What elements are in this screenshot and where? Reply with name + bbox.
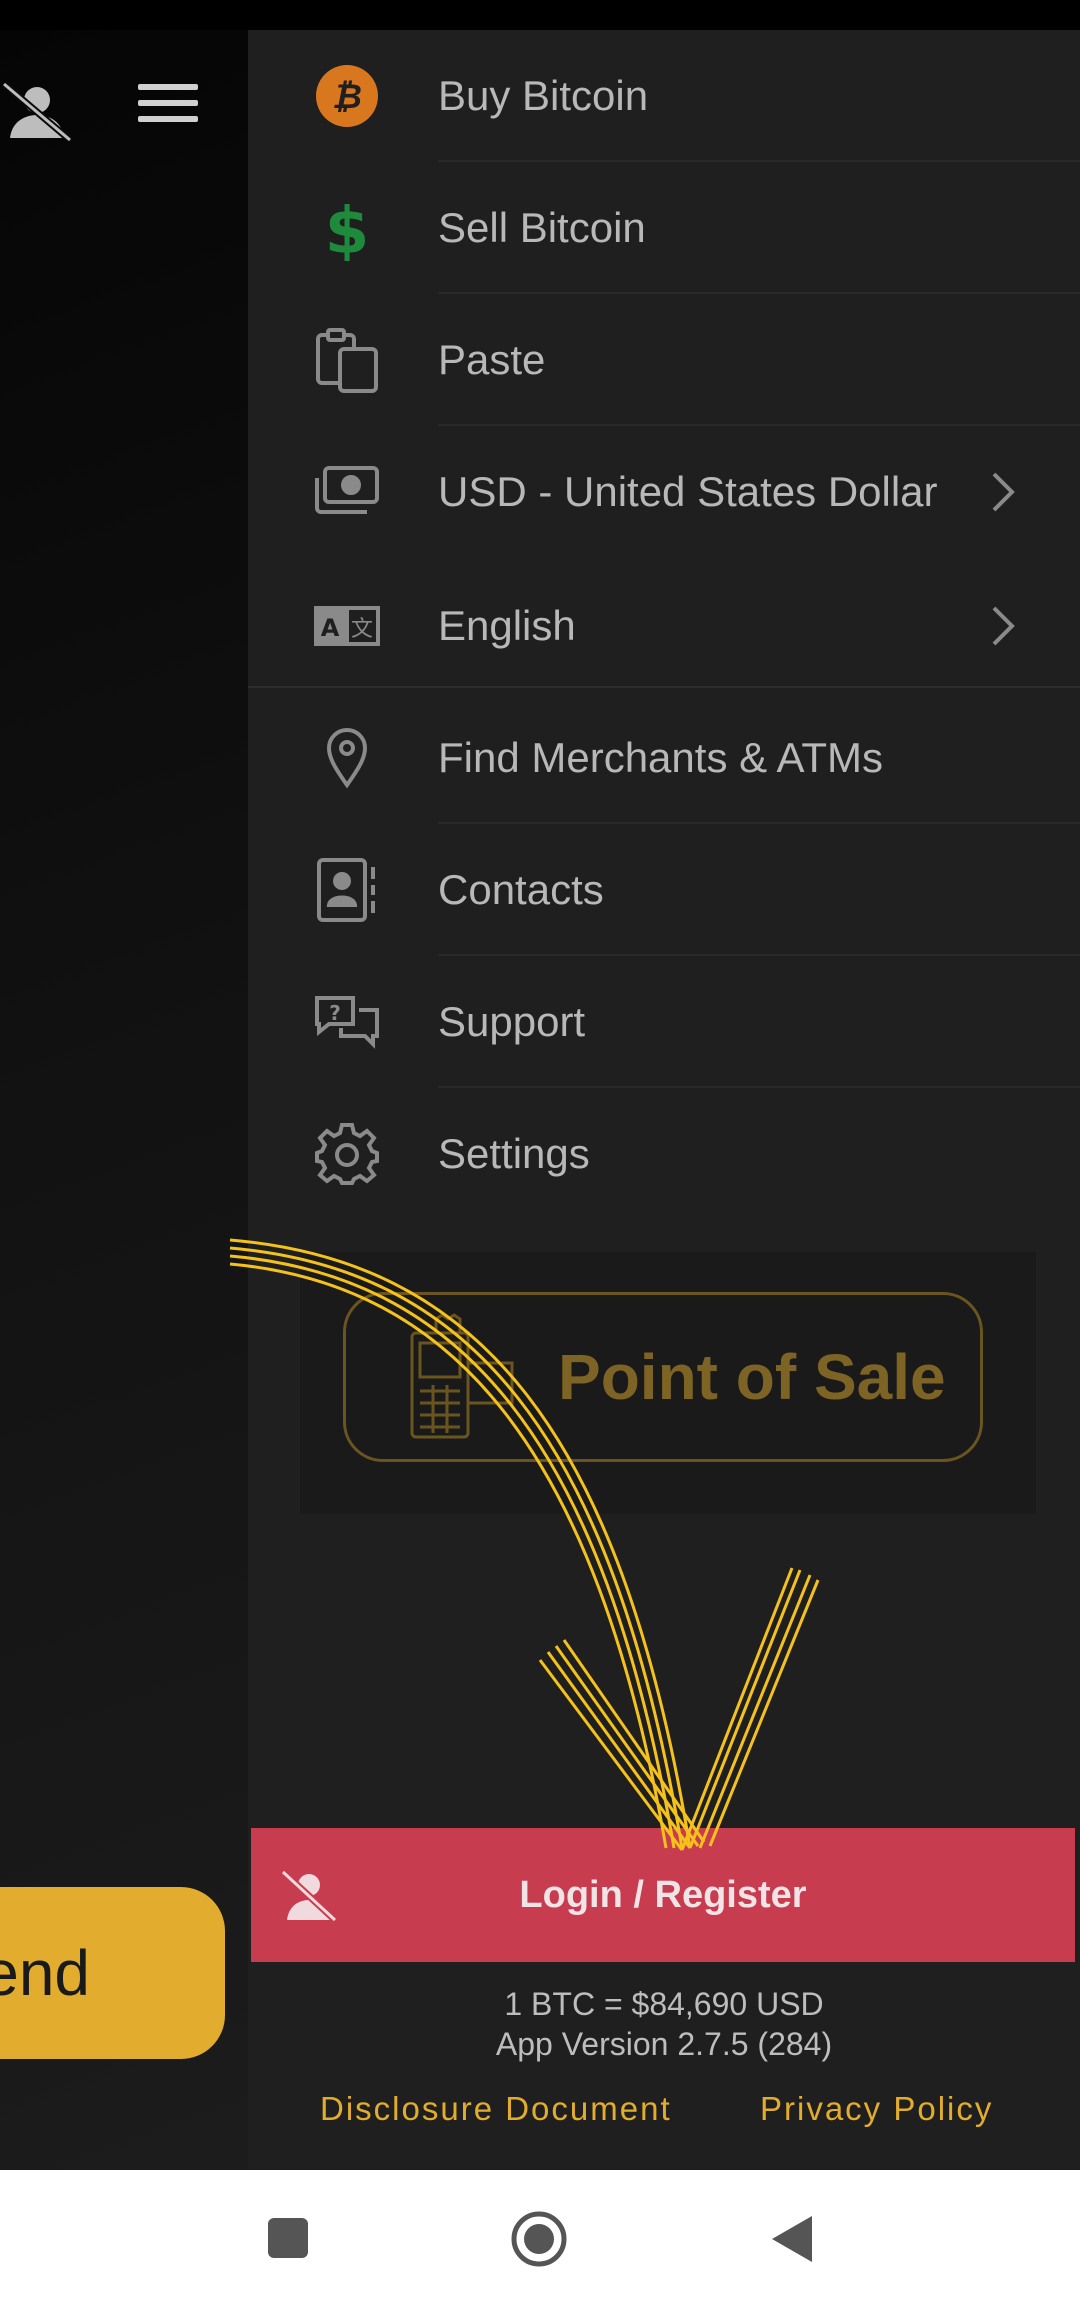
menu-item-label: Find Merchants & ATMs: [438, 734, 884, 781]
status-bar: [0, 0, 1080, 30]
menu-item-currency[interactable]: USD - United States Dollar: [248, 426, 1080, 558]
hamburger-menu-icon[interactable]: [138, 84, 198, 128]
login-register-button[interactable]: Login / Register: [251, 1828, 1075, 1962]
svg-text:?: ?: [329, 1001, 341, 1025]
svg-text:文: 文: [351, 617, 373, 642]
clipboard-icon: [312, 327, 382, 393]
support-chat-icon: ?: [312, 989, 382, 1055]
chevron-right-icon: [992, 606, 1015, 646]
privacy-policy-link[interactable]: Privacy Policy: [760, 2090, 993, 2128]
menu-item-label: Support: [438, 998, 586, 1045]
menu-item-label: Settings: [438, 1130, 590, 1177]
contacts-icon: [312, 857, 382, 923]
menu-item-label: Buy Bitcoin: [438, 72, 649, 119]
send-button-label: end: [0, 1937, 90, 2009]
menu-item-label: Paste: [438, 336, 546, 383]
menu-item-label: Contacts: [438, 866, 604, 913]
location-pin-icon: [312, 725, 382, 791]
system-navigation-bar: [0, 2170, 1080, 2301]
menu-item-support[interactable]: ? Support: [248, 956, 1080, 1088]
app-version: App Version 2.7.5 (284): [495, 2026, 833, 2062]
recents-button[interactable]: [268, 2218, 308, 2258]
menu-item-find-merchants[interactable]: Find Merchants & ATMs: [248, 692, 1080, 824]
disclosure-document-link[interactable]: Disclosure Document: [320, 2090, 672, 2128]
point-of-sale-button[interactable]: Point of Sale: [343, 1292, 983, 1462]
svg-text:$: $: [325, 195, 370, 261]
menu-item-sell-bitcoin[interactable]: $ Sell Bitcoin: [248, 162, 1080, 294]
svg-text:₿: ₿: [332, 77, 362, 117]
main-app-background: [0, 30, 250, 2170]
home-button[interactable]: [510, 2210, 568, 2268]
bitcoin-icon: ₿: [312, 63, 382, 129]
menu-item-contacts[interactable]: Contacts: [248, 824, 1080, 956]
menu-item-settings[interactable]: Settings: [248, 1088, 1080, 1220]
screen: end ₿ Buy Bitcoin $ Sell Bitcoin Paste U…: [0, 0, 1080, 2301]
point-of-sale-container: Point of Sale: [300, 1252, 1036, 1514]
send-button[interactable]: end: [0, 1887, 225, 2059]
menu-item-label: English: [438, 602, 576, 649]
btc-price: 1 BTC = $84,690 USD: [504, 1986, 824, 2022]
menu-item-buy-bitcoin[interactable]: ₿ Buy Bitcoin: [248, 30, 1080, 162]
gear-icon: [312, 1121, 382, 1187]
menu-item-language[interactable]: A 文 English: [248, 560, 1080, 692]
chevron-right-icon: [992, 472, 1015, 512]
svg-text:A: A: [321, 614, 340, 642]
user-offline-icon[interactable]: [2, 80, 72, 142]
pos-terminal-icon: [410, 1313, 514, 1439]
menu-item-label: USD - United States Dollar: [438, 468, 938, 515]
navigation-drawer: ₿ Buy Bitcoin $ Sell Bitcoin Paste USD -…: [248, 30, 1080, 2170]
point-of-sale-label: Point of Sale: [558, 1341, 946, 1413]
language-icon: A 文: [312, 593, 382, 659]
menu-item-label: Sell Bitcoin: [438, 204, 646, 251]
menu-item-paste[interactable]: Paste: [248, 294, 1080, 426]
currency-icon: [312, 459, 382, 525]
login-register-label: Login / Register: [519, 1874, 807, 1916]
dollar-icon: $: [312, 195, 382, 261]
back-button[interactable]: [768, 2214, 814, 2264]
